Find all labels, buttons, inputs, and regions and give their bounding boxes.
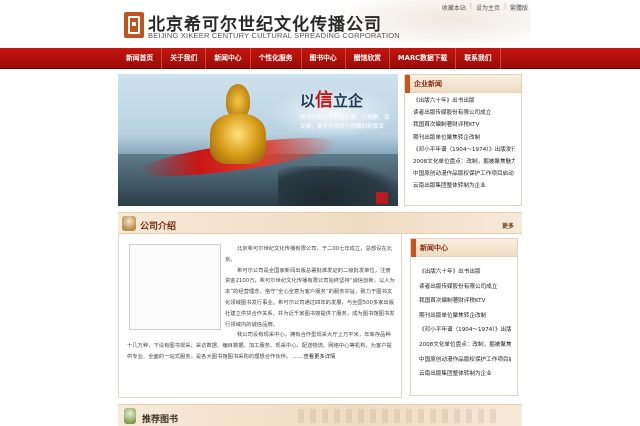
set-homepage-link[interactable]: 设为主页 <box>476 3 500 12</box>
list-item[interactable]: 《邓小平年谱（1904～1974）》出版发行 <box>413 144 515 156</box>
banner-subtext: 希可尔致力于抓住机遇、上规模、谋发展，谱写中国发行馆藏的新篇章 <box>300 115 390 130</box>
more-link[interactable]: 更多 <box>502 221 514 230</box>
list-item[interactable]: 我国首次编制著财评税KTV <box>413 119 515 131</box>
nav-item-books[interactable]: 图书中心 <box>302 48 346 69</box>
bookmark-link[interactable]: 收藏本站 <box>442 3 466 12</box>
intro-text: 北京希可尔世纪文化传播有限公司，于二00七年成立，总部设在北京。 希可尔公司是全… <box>127 244 395 363</box>
list-item[interactable]: 我国首次编制著财评税KTV <box>419 294 511 309</box>
seal-stamp <box>376 192 388 204</box>
nav-item-custom-service[interactable]: 个性化服务 <box>251 48 302 69</box>
site-header: 北京希可尔世纪文化传播公司 BEIJING XIKEER CENTURY CUL… <box>0 0 640 48</box>
intro-paragraph: 我公司设有现采中心，拥有合作型现采大厅上万平米，年库存品种十几万种，下设有图书现… <box>127 332 392 360</box>
list-item[interactable]: 期刊出版单位聚焦转企改制 <box>413 132 515 144</box>
news-center-panel: 新闻中心 《出版六十年》出书出版 读者出版传媒股份有限公司成立 我国首次编制著财… <box>410 238 518 396</box>
list-item[interactable]: 2008文化单位盘点：改制，掘被聚焦魅力 <box>413 156 515 168</box>
main-nav: 新闻首页 关于我们 新闻中心 个性化服务 图书中心 醋馆欣赏 MARC数据下载 … <box>0 48 640 69</box>
golden-cauldron-graphic <box>210 114 266 164</box>
logo-icon[interactable] <box>124 12 144 38</box>
nav-item-about[interactable]: 关于我们 <box>162 48 207 69</box>
nav-item-contact[interactable]: 联系我们 <box>456 48 501 69</box>
nav-item-marc-download[interactable]: MARC数据下载 <box>390 48 457 69</box>
list-item[interactable]: 《出版六十年》出书出版 <box>413 95 515 107</box>
recommended-books-header: 推荐图书 <box>118 404 522 426</box>
nav-item-home[interactable]: 新闻首页 <box>118 48 163 69</box>
list-item[interactable]: 读者出版传媒股份有限公司成立 <box>419 280 511 295</box>
nav-item-library-gallery[interactable]: 醋馆欣赏 <box>346 48 390 69</box>
read-more-link[interactable]: ……查看更多详情 <box>293 354 335 360</box>
hero-banner: 以信立企 希可尔致力于抓住机遇、上规模、谋发展，谱写中国发行馆藏的新篇章 <box>118 74 398 206</box>
books-title: 推荐图书 <box>142 415 179 425</box>
list-item[interactable]: 2008文化单位盘点：改制，掘被聚焦魅力 <box>419 338 511 353</box>
books-section-icon <box>124 408 136 424</box>
company-news-panel: 企业新闻 《出版六十年》出书出版 读者出版传媒股份有限公司成立 我国首次编制著财… <box>404 74 522 206</box>
news-center-title: 新闻中心 <box>420 244 448 252</box>
intro-title: 公司介绍 <box>140 222 177 232</box>
intro-section-icon <box>122 216 136 231</box>
traditional-chinese-link[interactable]: 繁體版 <box>510 3 528 12</box>
banner-slogan: 以信立企 <box>300 90 364 111</box>
list-item[interactable]: 云南出版集团整体转制为企业 <box>419 367 511 382</box>
list-item[interactable]: 中国原创动漫作品版权保护工作项目启动 <box>413 168 515 180</box>
company-intro-box: 北京希可尔世纪文化传播有限公司，于二00七年成立，总部设在北京。 希可尔公司是全… <box>118 234 402 398</box>
list-item[interactable]: 期刊出版单位聚焦转企改制 <box>419 309 511 324</box>
dragon-graphic <box>226 84 250 118</box>
company-intro-header: 公司介绍 更多 <box>118 212 522 234</box>
list-item[interactable]: 《出版六十年》出书出版 <box>419 265 511 280</box>
list-item[interactable]: 中国原创动漫作品版权保护工作项目启动 <box>419 353 511 368</box>
nav-item-news[interactable]: 新闻中心 <box>206 48 251 69</box>
list-item[interactable]: 云南出版集团整体转制为企业 <box>413 180 515 192</box>
company-news-title: 企业新闻 <box>414 80 442 88</box>
list-item[interactable]: 《邓小平年谱（1904～1974）》出版发行 <box>419 323 511 338</box>
logo-title-en: BEIJING XIKEER CENTURY CULTURAL SPREADIN… <box>148 31 400 40</box>
header-pattern-decoration <box>298 409 498 423</box>
list-item[interactable]: 读者出版传媒股份有限公司成立 <box>413 107 515 119</box>
top-links: 收藏本站 | 设为主页 | 繁體版 <box>441 3 528 12</box>
